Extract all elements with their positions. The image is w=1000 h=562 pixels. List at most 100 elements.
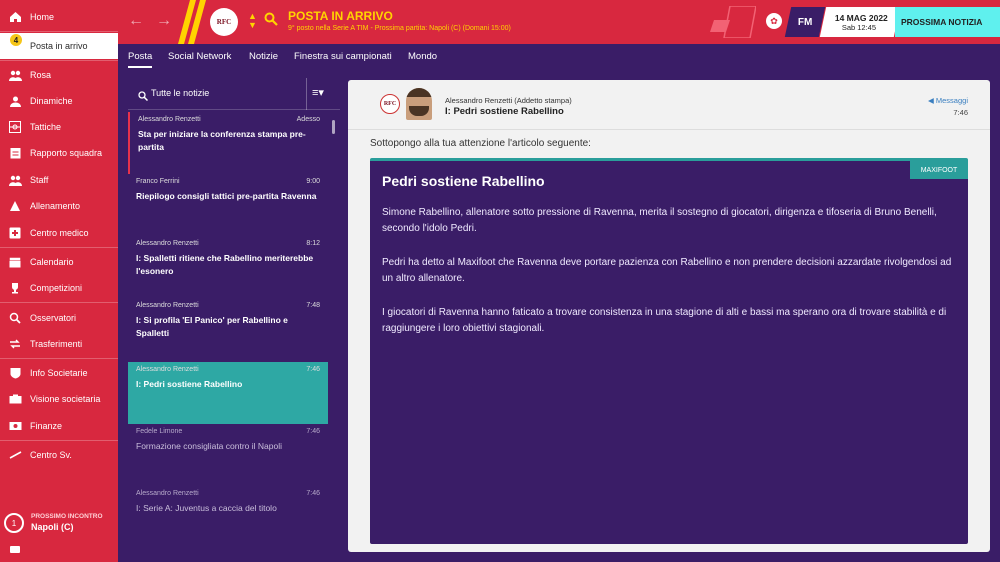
message-subject: I: Spalletti ritiene che Rabellino merit… (136, 253, 314, 276)
back-arrow-icon: ◀ (928, 96, 936, 105)
article-paragraph: Pedri ha detto al Maxifoot che Ravenna d… (382, 257, 952, 284)
message-time: 7:46 (306, 366, 320, 373)
sender-line[interactable]: Alessandro Renzetti (Addetto stampa) (445, 96, 572, 105)
message-time: Adesso (296, 116, 320, 123)
game-date[interactable]: 14 MAG 2022 Sab 12:45 (819, 7, 901, 37)
list-item[interactable]: Franco Ferrini 9:00 Riepilogo consigli t… (128, 174, 328, 236)
sidebar-item-label: Calendario (30, 257, 74, 267)
list-item[interactable]: Alessandro Renzetti 8:12 I: Spalletti ri… (128, 236, 328, 298)
next-match-label: PROSSIMO INCONTRO (31, 513, 103, 520)
vision-icon (0, 394, 30, 404)
list-item[interactable]: Alessandro Renzetti 7:46 I: Serie A: Juv… (128, 486, 328, 548)
sidebar-item-dynamics[interactable]: Dinamiche (0, 88, 118, 114)
message-sender: Franco Ferrini (136, 178, 180, 185)
back-arrow-icon[interactable]: ← (128, 12, 144, 30)
message-subject: Riepilogo consigli tattici pre-partita R… (136, 191, 317, 201)
fm-label: FM (797, 16, 813, 28)
sidebar-item-development-centre[interactable]: Centro Sv. (0, 442, 118, 468)
message-sender: Alessandro Renzetti (136, 366, 199, 373)
fm-menu-button[interactable]: FM (784, 7, 826, 37)
sidebar-item-club-info[interactable]: Info Societarie (0, 360, 118, 386)
trophy-icon (0, 282, 30, 294)
message-sender: Fedele Limone (136, 428, 183, 435)
date-text: 14 MAG 2022 (834, 12, 888, 23)
message-subject: Formazione consigliata contro il Napoli (136, 441, 282, 451)
tab-league-window[interactable]: Finestra sui campionati (294, 51, 392, 62)
sidebar-item-calendar[interactable]: Calendario (0, 249, 118, 275)
club-crest[interactable]: RFC (210, 8, 238, 36)
sidebar-item-label: Rapporto squadra (30, 148, 103, 158)
next-news-button[interactable]: PROSSIMA NOTIZIA (895, 7, 1000, 37)
sidebar-item-scouting[interactable]: Osservatori (0, 305, 118, 331)
article-body: Simone Rabellino, allenatore sotto press… (382, 205, 954, 355)
forward-arrow-icon[interactable]: → (156, 12, 172, 30)
tab-mail[interactable]: Posta (128, 51, 153, 68)
club-info-icon (0, 367, 30, 379)
sender-role: (Addetto stampa) (514, 96, 572, 105)
sidebar-item-team-report[interactable]: Rapporto squadra (0, 140, 118, 166)
list-item[interactable]: Fedele Limone 7:46 Formazione consigliat… (128, 424, 328, 486)
next-match-opponent: Napoli (C) (31, 522, 74, 532)
keyboard-icon[interactable] (10, 546, 20, 553)
message-sender: Alessandro Renzetti (136, 302, 199, 309)
medical-icon (0, 227, 30, 239)
sidebar-item-label: Rosa (30, 70, 52, 80)
message-time: 7:46 (306, 490, 320, 497)
crest-text: RFC (216, 18, 232, 26)
list-item[interactable]: Alessandro Renzetti Adesso Sta per inizi… (128, 112, 328, 174)
tactics-icon (0, 121, 30, 133)
article-paragraph: Simone Rabellino, allenatore sotto press… (382, 207, 937, 234)
sidebar-item-training[interactable]: Allenamento (0, 193, 118, 219)
sender-name: Alessandro Renzetti (445, 96, 513, 105)
sidebar-item-label: Posta in arrivo (30, 41, 88, 51)
report-icon (0, 147, 30, 159)
transfer-icon (0, 338, 30, 350)
message-time: 7:48 (306, 302, 320, 309)
next-match-counter: 1 (4, 513, 24, 533)
scrollbar[interactable] (332, 120, 335, 134)
sidebar-item-label: Visione societaria (30, 394, 101, 404)
intro-text: Sottopongo alla tua attenzione l'articol… (370, 138, 591, 149)
message-time-header: 7:46 (953, 108, 968, 117)
sidebar-item-club-vision[interactable]: Visione societaria (0, 386, 118, 412)
chevron-updown-icon[interactable]: ▲ ▼ (248, 12, 257, 30)
tab-bar: Posta Social Network Notizie Finestra su… (118, 44, 1000, 70)
sort-menu-icon[interactable]: ≡▾ (312, 86, 324, 99)
list-item[interactable]: Alessandro Renzetti 7:48 I: Si profila '… (128, 298, 328, 360)
sidebar-item-finances[interactable]: Finanze (0, 413, 118, 439)
sidebar: Home Posta in arrivo 4 Rosa Dinamiche Ta… (0, 0, 118, 562)
scout-icon (0, 312, 30, 324)
decorative-stripes-right (710, 6, 756, 38)
crest-text: RFC (383, 101, 397, 107)
search-icon[interactable] (264, 12, 278, 31)
sidebar-item-label: Osservatori (30, 313, 77, 323)
message-sender: Alessandro Renzetti (136, 490, 199, 497)
tab-world[interactable]: Mondo (408, 51, 437, 62)
sidebar-item-staff[interactable]: Staff (0, 167, 118, 193)
next-match-panel[interactable]: 1 PROSSIMO INCONTRO Napoli (C) (0, 505, 118, 545)
sidebar-item-label: Centro Sv. (30, 450, 72, 460)
tab-news[interactable]: Notizie (249, 51, 278, 62)
filter-dropdown[interactable]: Tutte le notizie (151, 88, 209, 98)
message-pane: RFC Alessandro Renzetti (Addetto stampa)… (348, 80, 990, 552)
sidebar-item-competitions[interactable]: Competizioni (0, 275, 118, 301)
back-to-messages-link[interactable]: ◀ Messaggi (928, 96, 968, 105)
message-subject: I: Serie A: Juventus a caccia del titolo (136, 503, 277, 513)
sidebar-item-label: Dinamiche (30, 96, 73, 106)
sidebar-item-tactics[interactable]: Tattiche (0, 114, 118, 140)
training-icon (0, 200, 30, 212)
social-icon[interactable]: ✿ (766, 13, 782, 29)
list-item-selected[interactable]: Alessandro Renzetti 7:46 I: Pedri sostie… (128, 362, 328, 424)
sidebar-item-squad[interactable]: Rosa (0, 62, 118, 88)
avatar[interactable] (406, 88, 432, 120)
sidebar-item-medical[interactable]: Centro medico (0, 220, 118, 246)
sidebar-item-transfers[interactable]: Trasferimenti (0, 331, 118, 357)
page-title: POSTA IN ARRIVO (288, 9, 393, 23)
sidebar-item-label: Tattiche (30, 122, 62, 132)
sidebar-item-home[interactable]: Home (0, 4, 118, 30)
tab-social-network[interactable]: Social Network (168, 51, 231, 62)
message-time: 8:12 (306, 240, 320, 247)
home-icon (0, 11, 30, 23)
day-time-text: Sab 12:45 (841, 22, 877, 32)
message-time: 7:46 (306, 428, 320, 435)
